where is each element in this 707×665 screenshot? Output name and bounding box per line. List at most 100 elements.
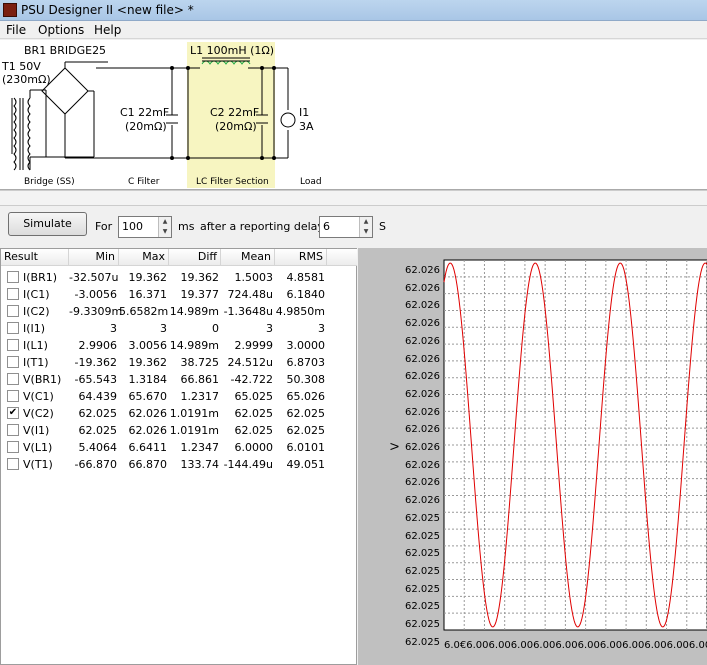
table-row[interactable]: V(T1) -66.870 66.870 133.74 -144.49u 49.051 [1,456,357,473]
row-name: I(BR1) [23,271,58,284]
cell-rms: 62.025 [286,424,326,437]
duration-value[interactable]: 100 [122,220,143,233]
row-checkbox[interactable] [7,322,19,334]
row-checkbox[interactable] [7,390,19,402]
transformer-label: T1 50V [2,60,41,73]
cell-mean: 3 [266,322,273,335]
menu-file[interactable]: File [6,23,26,37]
title-bar: PSU Designer II <new file> * [0,0,707,21]
simulate-button[interactable]: Simulate [8,212,87,236]
cell-min: -32.507u [69,271,119,284]
spin-up-icon[interactable]: ▲ [159,217,171,227]
cell-max: 66.870 [128,458,168,471]
row-checkbox[interactable] [7,271,19,283]
cell-diff: 1.0191m [169,424,219,437]
table-row[interactable]: I(I1) 3 3 0 3 3 [1,320,357,337]
y-tick-label: 62.025 [405,583,440,595]
row-checkbox[interactable] [7,441,19,453]
cell-diff: 38.725 [180,356,220,369]
y-tick-label: 62.026 [405,406,440,418]
row-checkbox[interactable] [7,339,19,351]
col-diff[interactable]: Diff [169,249,221,266]
col-min[interactable]: Min [69,249,119,266]
col-result[interactable]: Result [1,249,69,266]
load-value: 3A [299,120,314,133]
results-table: Result Min Max Diff Mean RMS I(BR1) -32.5… [0,248,357,665]
ms-label: ms [178,220,195,233]
menu-bar: File Options Help [0,21,707,39]
cell-diff: 19.362 [180,271,220,284]
menu-help[interactable]: Help [94,23,121,37]
spin-down-icon[interactable]: ▼ [360,227,372,237]
cell-min: -66.870 [74,458,117,471]
cell-rms: 6.1840 [286,288,326,301]
cell-diff: 14.989m [169,305,219,318]
y-tick-label: 62.025 [405,512,440,524]
row-checkbox[interactable] [7,305,19,317]
cell-rms: 6.8703 [286,356,326,369]
cell-max: 19.362 [128,356,168,369]
table-row[interactable]: I(C1) -3.0056 16.371 19.377 724.48u 6.1840 [1,286,357,303]
schematic-scrollbar[interactable] [0,190,707,206]
delay-arrows[interactable]: ▲ ▼ [359,217,372,237]
table-row[interactable]: I(C2) -9.3309m 5.6582m 14.989m -1.3648u 4.985… [1,303,357,320]
spin-down-icon[interactable]: ▼ [159,227,171,237]
cell-max: 1.3184 [128,373,168,386]
y-tick-label: 62.026 [405,371,440,383]
bridge-label: BR1 BRIDGE25 [24,44,107,57]
duration-spinner[interactable]: 100 ▲ ▼ [118,216,172,238]
row-checkbox[interactable] [7,356,19,368]
table-row[interactable]: I(T1) -19.362 19.362 38.725 24.512u 6.8703 [1,354,357,371]
table-row[interactable]: V(L1) 5.4064 6.6411 1.2347 6.0000 6.0101 [1,439,357,456]
row-checkbox[interactable] [7,424,19,436]
delay-value[interactable]: 6 [323,220,330,233]
cell-diff: 1.0191m [169,407,219,420]
cell-mean: 65.025 [234,390,274,403]
row-name: V(I1) [23,424,50,437]
row-checkbox[interactable]: ✔ [7,407,19,419]
table-row[interactable]: V(I1) 62.025 62.026 1.0191m 62.025 62.025 [1,422,357,439]
col-rms[interactable]: RMS [275,249,327,266]
table-row[interactable]: I(L1) 2.9906 3.0056 14.989m 2.9999 3.0000 [1,337,357,354]
transformer-res: (230mΩ) [2,73,51,86]
y-tick-label: 62.026 [405,318,440,330]
x-axis-ticks: 6.0€6.006.006.006.006.006.006.006.006.00… [444,640,707,651]
delay-spinner[interactable]: 6 ▲ ▼ [319,216,373,238]
inductor-label: L1 100mH (1Ω) [190,44,275,57]
transformer-symbol [11,89,47,171]
col-max[interactable]: Max [119,249,169,266]
cell-rms: 65.026 [286,390,326,403]
cell-mean: 2.9999 [234,339,274,352]
cell-min: -19.362 [74,356,117,369]
cell-max: 19.362 [128,271,168,284]
table-row[interactable]: I(BR1) -32.507u 19.362 19.362 1.5003 4.8581 [1,269,357,286]
row-checkbox[interactable] [7,288,19,300]
table-row[interactable]: ✔ V(C2) 62.025 62.026 1.0191m 62.025 62.025 [1,405,357,422]
cell-diff: 0 [212,322,219,335]
row-name: V(BR1) [23,373,62,386]
table-header: Result Min Max Diff Mean RMS [1,249,357,266]
cell-mean: 724.48u [227,288,273,301]
cell-diff: 14.989m [169,339,219,352]
row-checkbox[interactable] [7,373,19,385]
c2-res: (20mΩ) [215,120,257,133]
window-title: PSU Designer II <new file> * [21,3,194,17]
row-name: V(C1) [23,390,54,403]
table-row[interactable]: V(C1) 64.439 65.670 1.2317 65.025 65.026 [1,388,357,405]
table-row[interactable]: V(BR1) -65.543 1.3184 66.861 -42.722 50.308 [1,371,357,388]
col-mean[interactable]: Mean [221,249,275,266]
cell-rms: 50.308 [286,373,326,386]
y-tick-label: 62.026 [405,495,440,507]
spin-up-icon[interactable]: ▲ [360,217,372,227]
cell-mean: 6.0000 [234,441,274,454]
duration-arrows[interactable]: ▲ ▼ [158,217,171,237]
y-tick-label: 62.025 [405,601,440,613]
y-tick-label: 62.025 [405,530,440,542]
cell-min: -9.3309m [69,305,123,318]
cell-rms: 49.051 [286,458,326,471]
row-name: I(T1) [23,356,49,369]
row-checkbox[interactable] [7,458,19,470]
menu-options[interactable]: Options [38,23,84,37]
row-name: I(C2) [23,305,50,318]
cell-mean: 1.5003 [234,271,274,284]
